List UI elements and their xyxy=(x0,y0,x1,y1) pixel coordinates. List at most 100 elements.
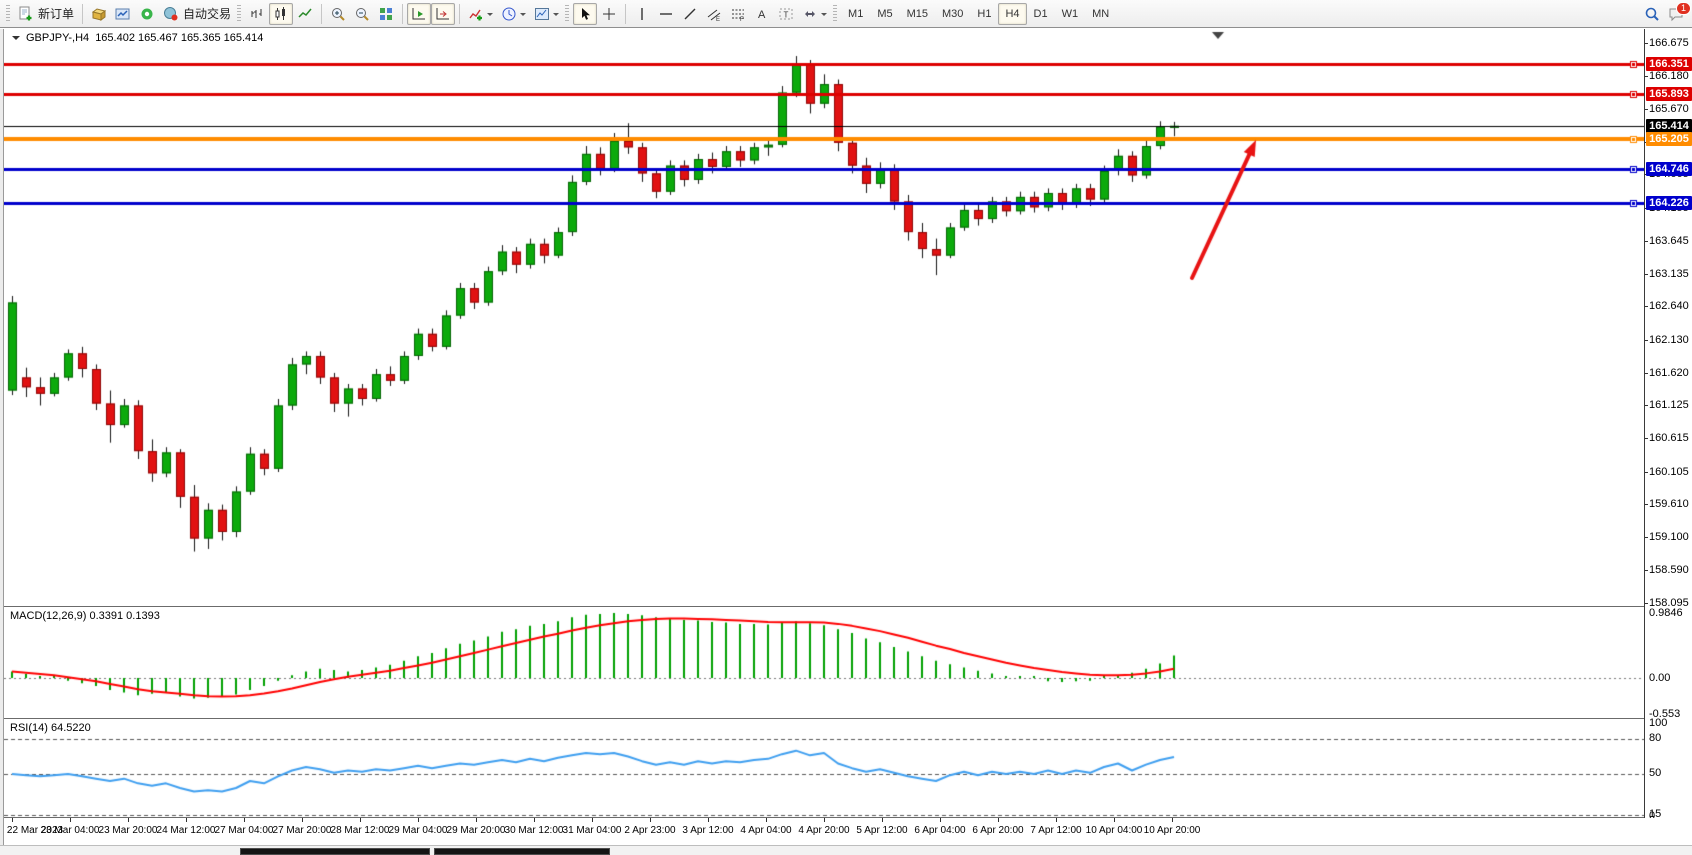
price-tick-label: 160.105 xyxy=(1649,466,1689,478)
price-tick-mark xyxy=(1645,76,1648,77)
search-button[interactable] xyxy=(1640,3,1664,25)
arrows-button[interactable] xyxy=(798,3,831,25)
price-tick-mark xyxy=(1645,537,1648,538)
auto-scroll-button[interactable] xyxy=(407,3,431,25)
toolbar-grip xyxy=(237,5,241,23)
tf-m5-button[interactable]: M5 xyxy=(870,3,899,25)
templates-button[interactable] xyxy=(530,3,563,25)
chart-menu-icon[interactable] xyxy=(12,36,20,44)
line-chart-button[interactable] xyxy=(293,3,317,25)
price-tick-label: 166.180 xyxy=(1649,70,1689,82)
price-tick-label: 162.640 xyxy=(1649,300,1689,312)
tf-w1-button[interactable]: W1 xyxy=(1055,3,1086,25)
time-tick-mark xyxy=(1056,818,1057,822)
time-tick-mark xyxy=(882,818,883,822)
time-axis[interactable]: 22 Mar 202323 Mar 04:0023 Mar 20:0024 Ma… xyxy=(4,818,1692,845)
tf-m1-label: M1 xyxy=(848,8,863,20)
fibonacci-button[interactable]: F xyxy=(726,3,750,25)
tf-d1-button[interactable]: D1 xyxy=(1027,3,1055,25)
horizontal-line-button[interactable] xyxy=(654,3,678,25)
toolbox-button[interactable] xyxy=(87,3,111,25)
signals-button[interactable] xyxy=(135,3,159,25)
text-label-button[interactable]: T xyxy=(774,3,798,25)
chat-button[interactable]: 1 xyxy=(1664,3,1688,25)
time-tick-mark xyxy=(418,818,419,822)
bottom-strip xyxy=(0,845,1692,855)
svg-text:A: A xyxy=(758,9,766,21)
main-chart-canvas[interactable] xyxy=(4,30,1644,605)
toolbar-separator xyxy=(625,4,626,24)
price-level-tag: 164.746 xyxy=(1646,162,1692,176)
bar-chart-button[interactable] xyxy=(245,3,269,25)
tf-h1-button[interactable]: H1 xyxy=(970,3,998,25)
price-level-tag: 165.205 xyxy=(1646,132,1692,146)
panel-separator[interactable] xyxy=(4,606,1692,607)
tf-m1-button[interactable]: M1 xyxy=(841,3,870,25)
auto-trading-button[interactable]: 自动交易 xyxy=(159,3,235,25)
tile-windows-button[interactable] xyxy=(374,3,398,25)
price-tick-label: 159.100 xyxy=(1649,531,1689,543)
tf-h4-label: H4 xyxy=(1005,8,1019,20)
candlestick-chart-button[interactable] xyxy=(269,3,293,25)
rsi-axis-label: 50 xyxy=(1649,767,1661,779)
price-tick-mark xyxy=(1645,570,1648,571)
price-level-tag: 165.893 xyxy=(1646,87,1692,101)
time-tick-mark xyxy=(824,818,825,822)
chevron-down-icon[interactable] xyxy=(821,13,827,19)
template-icon xyxy=(534,6,550,22)
panel-separator[interactable] xyxy=(4,718,1692,719)
tf-h4-button[interactable]: H4 xyxy=(998,3,1026,25)
price-tick-mark xyxy=(1645,340,1648,341)
mt4-window: 新订单自动交易EFATM1M5M15M30H1H4D1W1MN1 GBPJPY-… xyxy=(0,0,1692,855)
chevron-down-icon[interactable] xyxy=(553,13,559,19)
price-tick-label: 166.675 xyxy=(1649,37,1689,49)
svg-text:T: T xyxy=(784,10,789,19)
price-tick-mark xyxy=(1645,472,1648,473)
auto-trading-label: 自动交易 xyxy=(183,5,231,22)
rsi-panel-canvas[interactable] xyxy=(4,720,1644,817)
price-level-tag: 166.351 xyxy=(1646,57,1692,71)
chevron-down-icon[interactable] xyxy=(520,13,526,19)
hline-icon xyxy=(658,6,674,22)
price-axis[interactable]: 166.675166.180165.670165.160164.665164.1… xyxy=(1644,29,1692,845)
new-order-button[interactable]: 新订单 xyxy=(14,3,78,25)
price-tick-label: 159.610 xyxy=(1649,498,1689,510)
tf-w1-label: W1 xyxy=(1062,8,1079,20)
macd-panel-canvas[interactable] xyxy=(4,608,1644,717)
chevron-down-icon[interactable] xyxy=(487,13,493,19)
time-tick-mark xyxy=(360,818,361,822)
rsi-axis-label: 100 xyxy=(1649,717,1667,729)
tf-mn-button[interactable]: MN xyxy=(1085,3,1116,25)
cursor-button[interactable] xyxy=(573,3,597,25)
equidistant-channel-button[interactable]: E xyxy=(702,3,726,25)
crosshair-button[interactable] xyxy=(597,3,621,25)
tf-m15-button[interactable]: M15 xyxy=(900,3,935,25)
toolbar-separator xyxy=(402,4,403,24)
price-tick-mark xyxy=(1645,504,1648,505)
new-order-icon xyxy=(18,6,34,22)
toolbar-separator xyxy=(321,4,322,24)
top-toolbar: 新订单 自动交易 E F A T M1 M5M15 M30 H1 H4 D1 W1 MN 1 xyxy=(0,0,1692,28)
cube-icon xyxy=(91,6,107,22)
toolbar-right-group: 1 xyxy=(1640,3,1688,25)
periods-button[interactable] xyxy=(497,3,530,25)
vertical-line-button[interactable] xyxy=(630,3,654,25)
price-level-tag: 164.226 xyxy=(1646,196,1692,210)
tf-m30-button[interactable]: M30 xyxy=(935,3,970,25)
time-tick-mark xyxy=(1172,818,1173,822)
toolbar-separator xyxy=(459,4,460,24)
price-tick-label: 163.645 xyxy=(1649,235,1689,247)
svg-text:F: F xyxy=(740,17,744,22)
tf-m30-label: M30 xyxy=(942,8,963,20)
tf-h1-label: H1 xyxy=(977,8,991,20)
zoom-in-button[interactable] xyxy=(326,3,350,25)
zoom-out-button[interactable] xyxy=(350,3,374,25)
text-button[interactable]: A xyxy=(750,3,774,25)
chart-shift-button[interactable] xyxy=(431,3,455,25)
indicators-button[interactable] xyxy=(464,3,497,25)
line-icon xyxy=(297,6,313,22)
chart-window-icon xyxy=(115,6,131,22)
trendline-button[interactable] xyxy=(678,3,702,25)
channel-icon: E xyxy=(706,6,722,22)
charts-window-button[interactable] xyxy=(111,3,135,25)
